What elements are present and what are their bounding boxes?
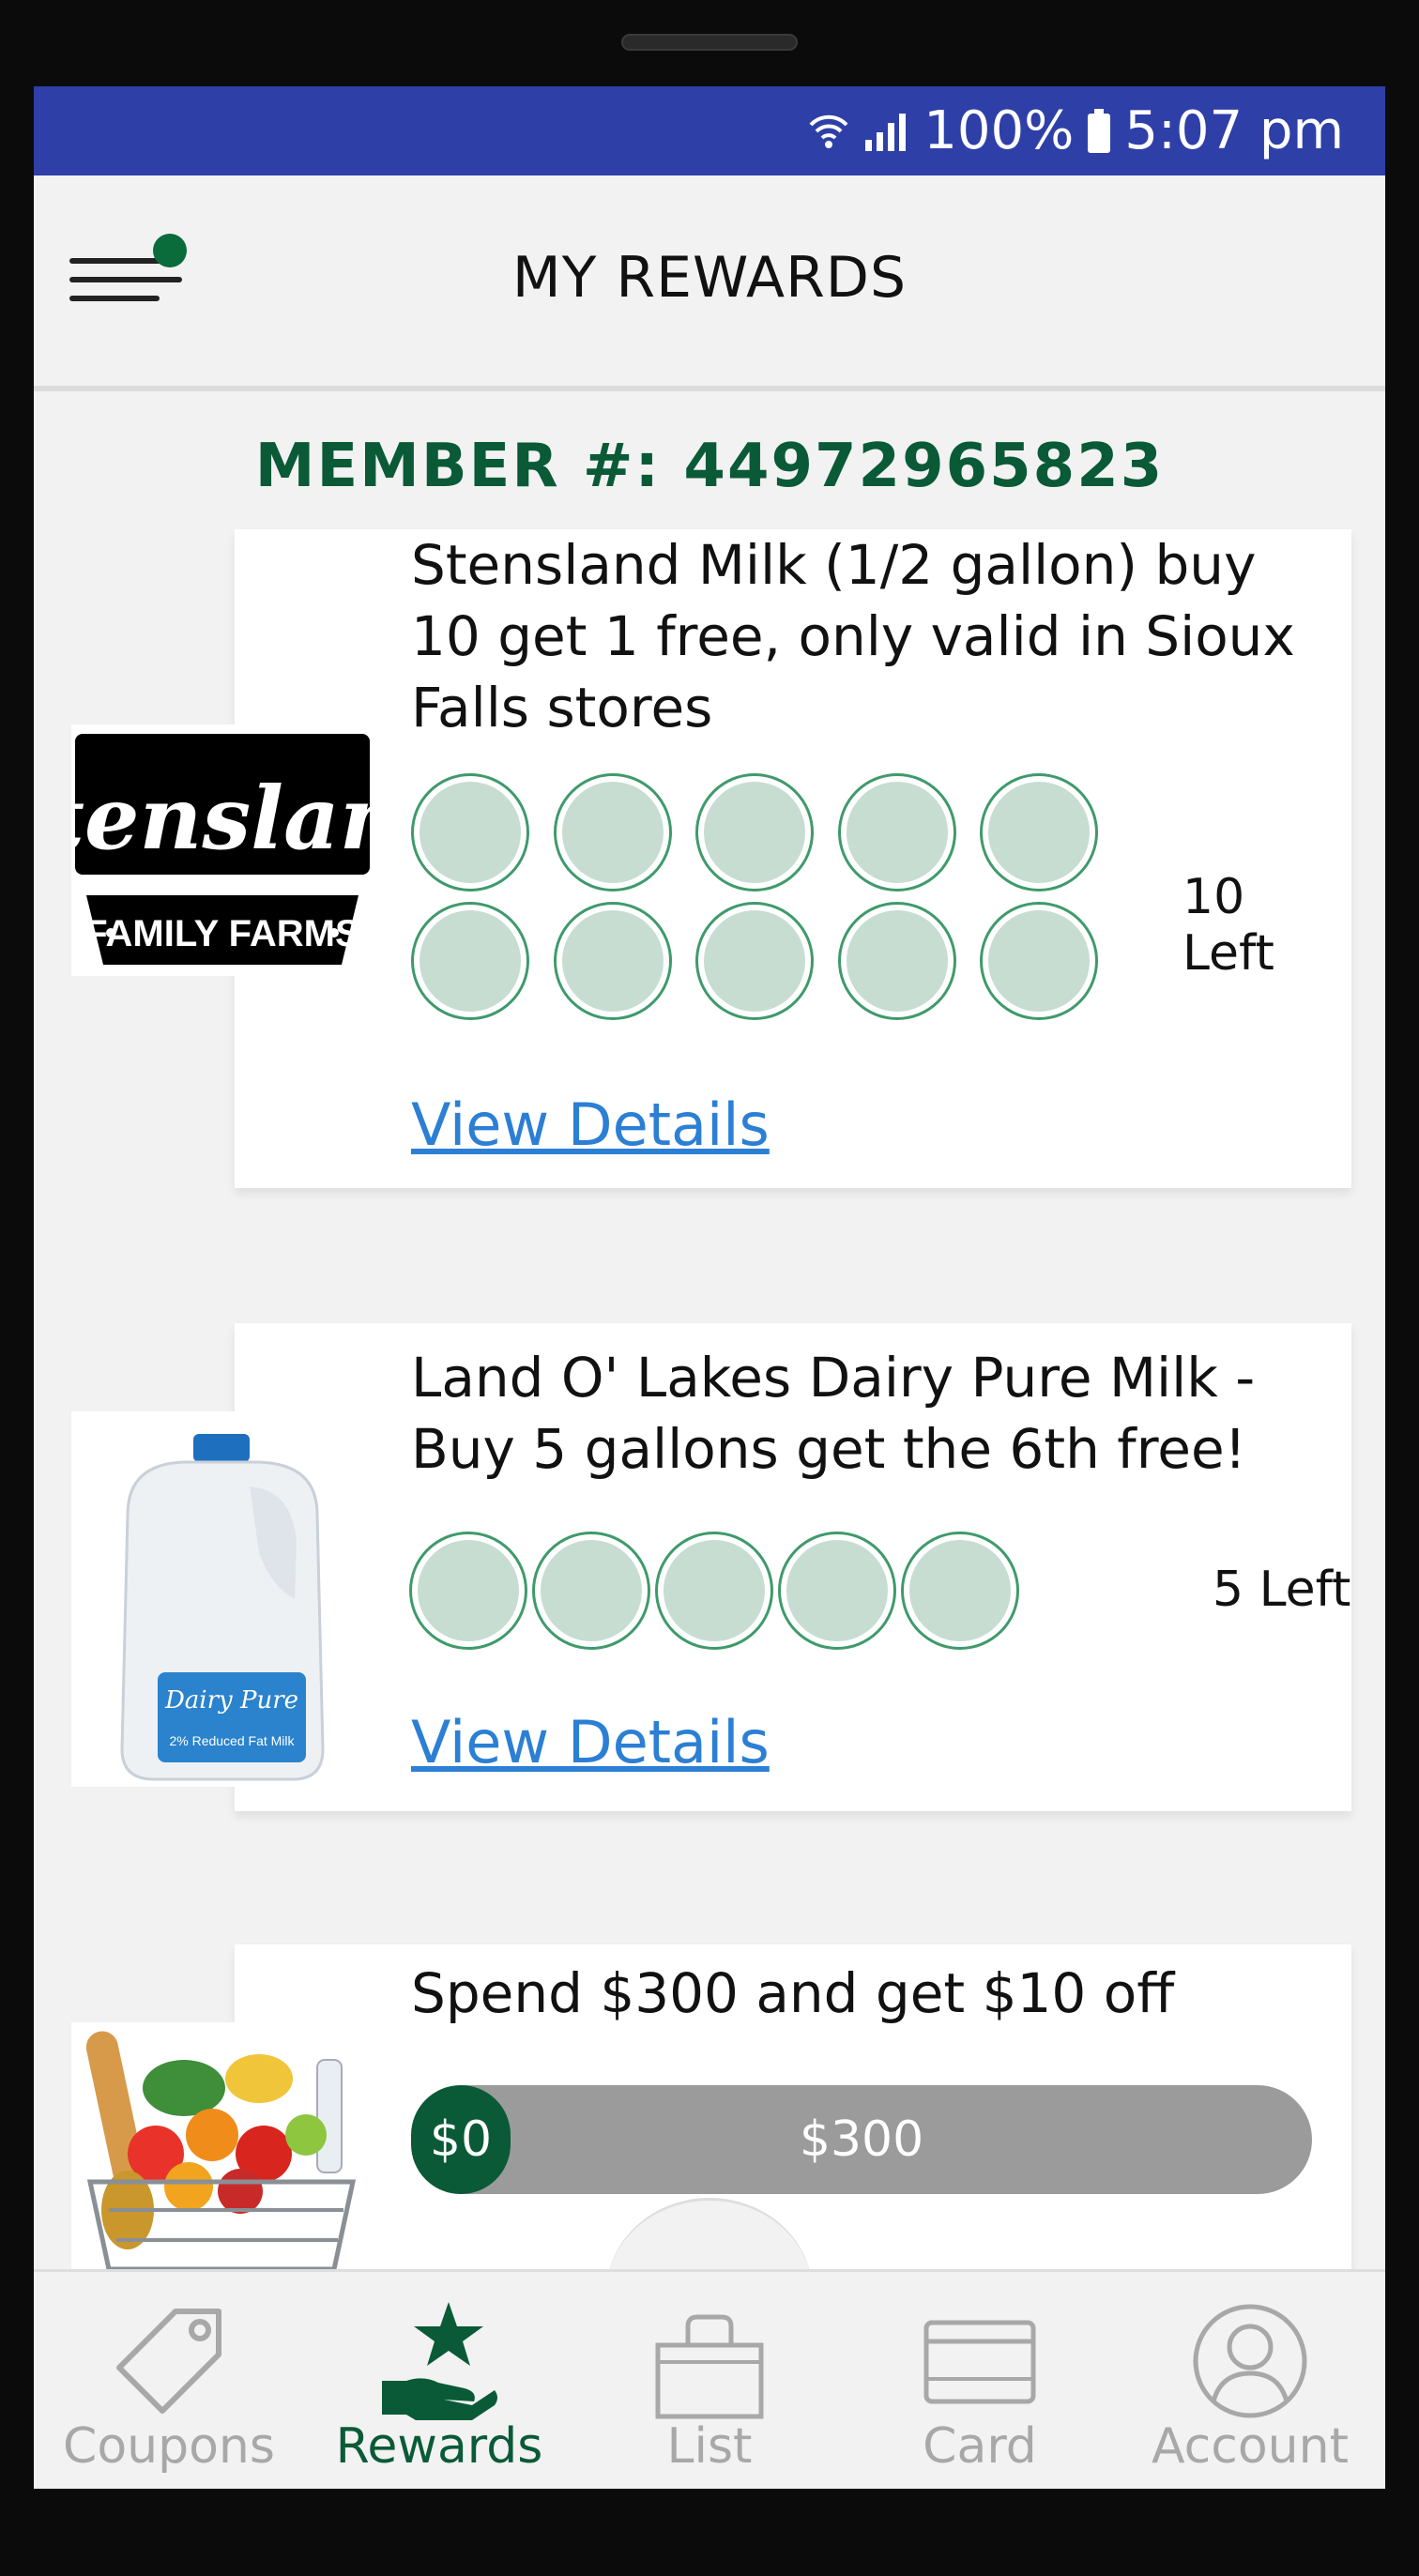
wifi-icon bbox=[807, 110, 850, 153]
logo-subtitle: FAMILY FARMS bbox=[84, 913, 359, 954]
progress-target: $300 bbox=[799, 2111, 924, 2168]
bottom-nav: Coupons Rewards List Card Account bbox=[34, 2269, 1385, 2489]
phone-speaker bbox=[621, 34, 798, 51]
stamp-slot bbox=[904, 1534, 1016, 1647]
stamp-slot bbox=[414, 776, 526, 889]
status-icons: 100% 5:07 pm bbox=[807, 86, 1344, 175]
reward-card-land-o-lakes: Land O' Lakes Dairy Pure Milk - Buy 5 ga… bbox=[235, 1323, 1351, 1811]
nav-rewards[interactable]: Rewards bbox=[304, 2272, 574, 2489]
account-icon bbox=[1193, 2304, 1307, 2418]
card-icon bbox=[923, 2320, 1036, 2404]
spend-progress-bar: $300 $0 bbox=[411, 2085, 1312, 2194]
stamp-slot bbox=[841, 905, 954, 1017]
battery-percent: 100% bbox=[923, 100, 1075, 161]
battery-icon bbox=[1087, 108, 1111, 154]
nav-account[interactable]: Account bbox=[1115, 2272, 1385, 2489]
view-details-link[interactable]: View Details bbox=[411, 1090, 770, 1159]
jug-brand-text: Dairy Pure bbox=[164, 1686, 298, 1715]
stamp-slot bbox=[535, 1534, 648, 1647]
page-title: MY REWARDS bbox=[511, 245, 908, 311]
stamp-slot bbox=[983, 776, 1095, 889]
view-details-link[interactable]: View Details bbox=[411, 1708, 770, 1776]
reward-card-stensland: Stensland Milk (1/2 gallon) buy 10 get 1… bbox=[235, 529, 1351, 1188]
member-number: MEMBER #: 44972965823 bbox=[254, 432, 1165, 501]
logo-script-text: Stensland bbox=[71, 768, 374, 869]
stensland-logo: Stensland FAMILY FARMS bbox=[71, 724, 374, 976]
milk-jug-image: Dairy Pure 2% Reduced Fat Milk bbox=[71, 1411, 374, 1787]
stamp-slot bbox=[557, 776, 669, 889]
progress-current: $0 bbox=[411, 2085, 511, 2194]
nav-coupons[interactable]: Coupons bbox=[34, 2272, 304, 2489]
stamp-slot bbox=[983, 905, 1095, 1017]
stamp-slot bbox=[557, 905, 669, 1017]
stamp-slot bbox=[414, 905, 526, 1017]
stamp-slot bbox=[698, 905, 811, 1017]
nav-list[interactable]: List bbox=[574, 2272, 845, 2489]
phone-frame: 100% 5:07 pm MY REWARDS MEMBER #: 449729… bbox=[0, 0, 1419, 2576]
status-time: 5:07 pm bbox=[1124, 100, 1344, 161]
stamp-slot bbox=[412, 1534, 525, 1647]
app-screen: 100% 5:07 pm MY REWARDS MEMBER #: 449729… bbox=[34, 86, 1385, 2489]
stamps-remaining: 10 Left bbox=[1182, 869, 1274, 982]
tag-icon bbox=[116, 2309, 221, 2414]
reward-title: Land O' Lakes Dairy Pure Milk - Buy 5 ga… bbox=[411, 1346, 1256, 1481]
stamps-remaining: 5 Left bbox=[1213, 1562, 1351, 1618]
jug-label-text: 2% Reduced Fat Milk bbox=[169, 1733, 295, 1748]
status-bar: 100% 5:07 pm bbox=[34, 86, 1385, 175]
stamp-slot bbox=[781, 1534, 893, 1647]
bag-icon bbox=[655, 2314, 764, 2419]
nav-label: List bbox=[666, 2418, 753, 2475]
reward-title: Stensland Milk (1/2 gallon) buy 10 get 1… bbox=[411, 533, 1295, 739]
signal-icon bbox=[863, 110, 910, 153]
nav-label: Coupons bbox=[63, 2418, 275, 2475]
app-header: MY REWARDS bbox=[34, 175, 1385, 391]
stamp-slot bbox=[841, 776, 954, 889]
nav-card[interactable]: Card bbox=[845, 2272, 1115, 2489]
grocery-basket-image bbox=[71, 2022, 374, 2269]
nav-label: Rewards bbox=[335, 2418, 543, 2475]
nav-label: Account bbox=[1152, 2418, 1349, 2475]
stamp-slot bbox=[658, 1534, 771, 1647]
nav-label: Card bbox=[923, 2418, 1037, 2475]
reward-title: Spend $300 and get $10 off bbox=[411, 1961, 1175, 2025]
stamp-slot bbox=[698, 776, 811, 889]
rewards-star-hand-icon bbox=[382, 2302, 497, 2420]
